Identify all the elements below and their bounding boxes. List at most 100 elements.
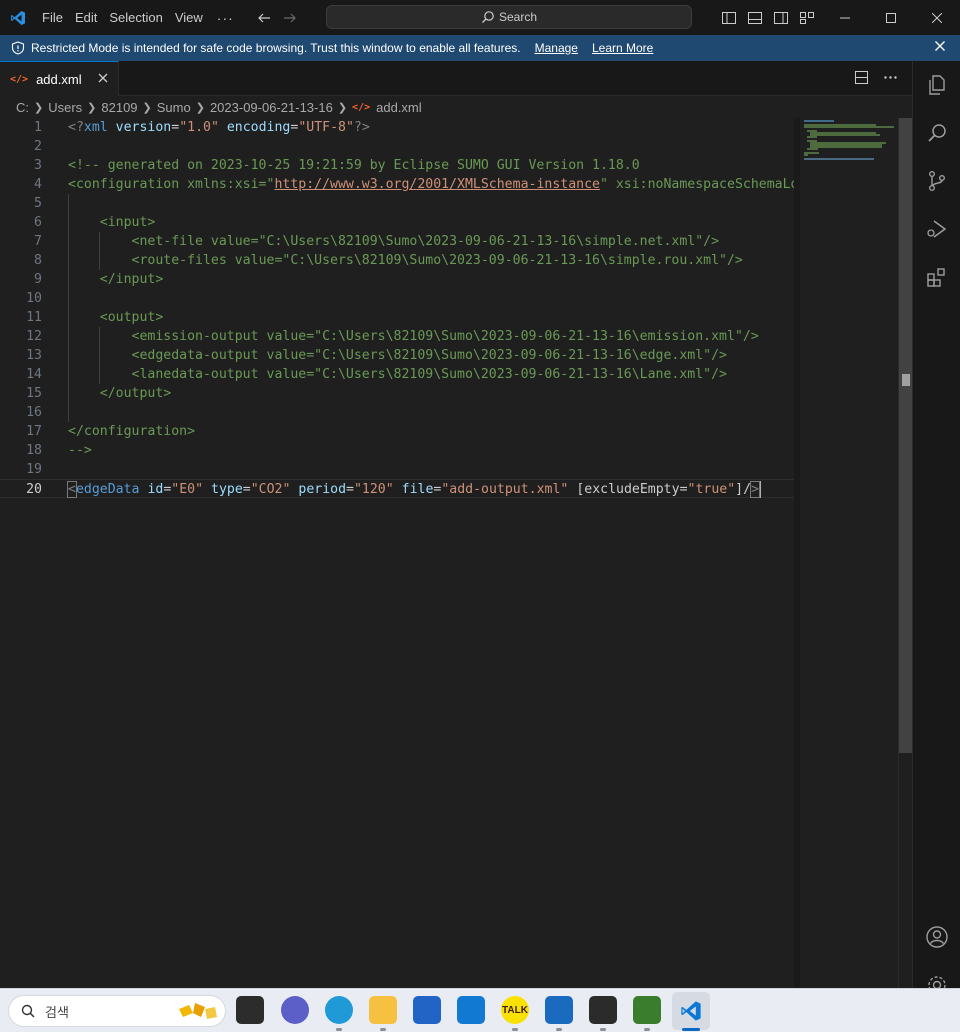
text-cursor bbox=[759, 480, 761, 498]
xml-file-icon: </> bbox=[10, 73, 29, 85]
maximize-icon[interactable] bbox=[868, 0, 914, 35]
layout-controls bbox=[720, 0, 816, 35]
netedit-icon[interactable] bbox=[633, 996, 661, 1024]
close-banner-icon[interactable] bbox=[934, 40, 946, 55]
line-number: 19 bbox=[26, 462, 42, 477]
banner-message: Restricted Mode is intended for safe cod… bbox=[31, 41, 521, 55]
breadcrumb-separator-icon: ❯ bbox=[142, 101, 152, 114]
microsoft-store-icon[interactable] bbox=[413, 996, 441, 1024]
sumo-gui-icon[interactable] bbox=[589, 996, 617, 1024]
search-label: Search bbox=[498, 10, 538, 24]
tab-add-xml[interactable]: </> add.xml bbox=[0, 61, 119, 96]
vertical-scrollbar[interactable] bbox=[898, 118, 913, 988]
accounts-icon[interactable] bbox=[913, 913, 960, 961]
task-view-icon[interactable] bbox=[236, 996, 264, 1024]
running-indicator bbox=[556, 1028, 562, 1031]
line-number: 9 bbox=[34, 272, 42, 287]
minimap[interactable] bbox=[800, 118, 898, 988]
breadcrumb-users[interactable]: Users bbox=[48, 100, 82, 115]
editor-tab-bar: </> add.xml bbox=[0, 61, 912, 96]
search-icon[interactable] bbox=[913, 109, 960, 157]
close-window-icon[interactable] bbox=[914, 0, 960, 35]
menu-view[interactable]: View bbox=[169, 6, 209, 30]
search-icon bbox=[21, 1004, 35, 1018]
tab-actions bbox=[854, 70, 898, 88]
line-number: 5 bbox=[34, 196, 42, 211]
close-tab-icon[interactable] bbox=[97, 72, 109, 87]
running-indicator bbox=[336, 1028, 342, 1031]
edge-browser-icon[interactable] bbox=[325, 996, 353, 1024]
menu-file[interactable]: File bbox=[36, 6, 69, 30]
toggle-panel-icon[interactable] bbox=[746, 9, 764, 27]
code-editor[interactable]: 1 <?xml version="1.0" encoding="UTF-8"?> … bbox=[0, 118, 913, 988]
taskbar-search[interactable]: 검색 bbox=[8, 995, 226, 1027]
line-number: 6 bbox=[34, 215, 42, 230]
source-control-icon[interactable] bbox=[913, 157, 960, 205]
code-line: 3 <!-- generated on 2023-10-25 19:21:59 b… bbox=[0, 156, 794, 175]
menu-selection[interactable]: Selection bbox=[103, 6, 168, 30]
running-indicator bbox=[644, 1028, 650, 1031]
code-line: 1 <?xml version="1.0" encoding="UTF-8"?> bbox=[0, 118, 794, 137]
code-line: 6 <input> bbox=[0, 213, 794, 232]
line-number: 12 bbox=[26, 329, 42, 344]
window-controls bbox=[822, 0, 960, 35]
breadcrumb-user-folder[interactable]: 82109 bbox=[101, 100, 137, 115]
running-indicator bbox=[380, 1028, 386, 1031]
line-number: 7 bbox=[34, 234, 42, 249]
scrollbar-thumb[interactable] bbox=[899, 118, 913, 753]
code-line: 8 <route-files value="C:\Users\82109\Sum… bbox=[0, 251, 794, 270]
file-explorer-icon[interactable] bbox=[369, 996, 397, 1024]
extensions-icon[interactable] bbox=[913, 253, 960, 301]
toggle-secondary-sidebar-icon[interactable] bbox=[772, 9, 790, 27]
mail-icon[interactable] bbox=[457, 996, 485, 1024]
command-search-box[interactable]: Search bbox=[326, 5, 692, 29]
menu-bar: File Edit Selection View ··· bbox=[36, 0, 242, 35]
code-area[interactable]: 1 <?xml version="1.0" encoding="UTF-8"?> … bbox=[0, 118, 794, 498]
breadcrumb-separator-icon: ❯ bbox=[87, 101, 97, 114]
toggle-primary-sidebar-icon[interactable] bbox=[720, 9, 738, 27]
kakaotalk-icon[interactable]: TALK bbox=[501, 996, 529, 1024]
more-menu-button[interactable]: ··· bbox=[209, 10, 242, 26]
customize-layout-icon[interactable] bbox=[798, 9, 816, 27]
cursor-position-marker bbox=[902, 374, 910, 386]
breadcrumb-drive[interactable]: C: bbox=[16, 100, 29, 115]
breadcrumb-separator-icon: ❯ bbox=[195, 101, 205, 114]
code-line: 5 bbox=[0, 194, 794, 213]
vscode-taskbar-icon[interactable] bbox=[672, 992, 710, 1030]
menu-edit[interactable]: Edit bbox=[69, 6, 103, 30]
breadcrumb: C: ❯ Users ❯ 82109 ❯ Sumo ❯ 2023-09-06-21-13… bbox=[0, 96, 912, 118]
code-line: 16 bbox=[0, 403, 794, 422]
breadcrumb-separator-icon: ❯ bbox=[337, 101, 348, 114]
breadcrumb-file[interactable]: add.xml bbox=[376, 100, 422, 115]
xml-file-icon: </> bbox=[352, 101, 371, 113]
code-line: 11 <output> bbox=[0, 308, 794, 327]
manage-link[interactable]: Manage bbox=[535, 41, 578, 55]
line-number: 8 bbox=[34, 253, 42, 268]
code-line: 7 <net-file value="C:\Users\82109\Sumo\2… bbox=[0, 232, 794, 251]
code-line: 13 <edgedata-output value="C:\Users\8210… bbox=[0, 346, 794, 365]
code-line: 4 <configuration xmlns:xsi="http://www.w3… bbox=[0, 175, 794, 194]
running-indicator bbox=[512, 1028, 518, 1031]
schema-link[interactable]: http://www.w3.org/2001/XMLSchema-instanc… bbox=[274, 177, 600, 192]
search-highlight-icon bbox=[179, 1003, 217, 1019]
run-and-debug-icon[interactable] bbox=[913, 205, 960, 253]
code-line: 19 bbox=[0, 460, 794, 479]
line-number: 16 bbox=[26, 405, 42, 420]
breadcrumb-sumo[interactable]: Sumo bbox=[157, 100, 191, 115]
back-arrow-icon[interactable] bbox=[256, 10, 272, 26]
forward-arrow-icon[interactable] bbox=[282, 10, 298, 26]
split-editor-icon[interactable] bbox=[854, 70, 869, 88]
shield-icon bbox=[11, 41, 25, 55]
line-number: 20 bbox=[26, 482, 42, 497]
teams-chat-icon[interactable] bbox=[281, 996, 309, 1024]
code-line: 15 </output> bbox=[0, 384, 794, 403]
manage-gear-icon[interactable] bbox=[913, 961, 960, 988]
minimize-icon[interactable] bbox=[822, 0, 868, 35]
explorer-icon[interactable] bbox=[913, 61, 960, 109]
app-icon[interactable] bbox=[545, 996, 573, 1024]
more-actions-icon[interactable] bbox=[883, 70, 898, 88]
breadcrumb-date-folder[interactable]: 2023-09-06-21-13-16 bbox=[210, 100, 333, 115]
taskbar-search-label: 검색 bbox=[45, 1004, 69, 1020]
line-number: 13 bbox=[26, 348, 42, 363]
learn-more-link[interactable]: Learn More bbox=[592, 41, 653, 55]
